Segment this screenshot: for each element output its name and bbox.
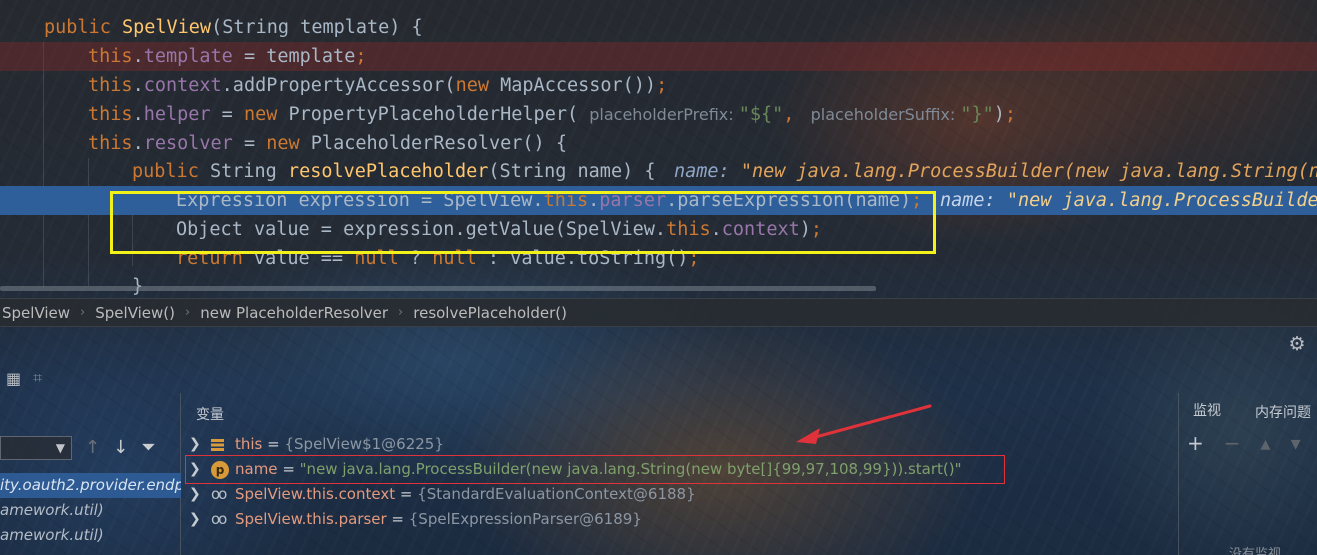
code-token: "}" [960,104,994,125]
code-token: MapAccessor()) [500,75,657,96]
code-token: context [143,75,222,96]
code-token: PlaceholderResolver() { [310,133,567,154]
variable-row[interactable]: ❯ oo SpelView.this.context = {StandardEv… [181,482,1178,507]
breadcrumb-item[interactable]: SpelView() [93,304,175,322]
add-icon[interactable]: + [1187,431,1204,455]
chevron-right-icon[interactable]: ❯ [189,507,201,532]
chevron-right-icon[interactable]: ❯ [189,432,201,457]
code-token: new [266,133,311,154]
chevron-right-icon: › [185,305,191,320]
code-line-2[interactable]: this.template = template; [0,42,1317,71]
remove-icon[interactable]: − [1224,431,1241,455]
code-token: template [143,46,233,67]
parameter-name-hint: placeholderPrefix: [589,105,739,124]
code-token: .addPropertyAccessor( [221,75,456,96]
code-token: "${" [738,104,784,125]
breadcrumb-item[interactable]: SpelView [0,304,70,322]
code-token: public [44,17,122,38]
code-token: new [243,104,289,125]
code-line-1[interactable]: public SpelView(String template) { [0,13,1317,42]
debug-panel-header: ⚙ [0,327,1317,363]
inline-debug-value: name: "new java.lang.ProcessBuilder [940,190,1317,211]
code-token: this [88,133,133,154]
code-line-3[interactable]: this.context.addPropertyAccessor(new Map… [0,71,1317,100]
code-line-6[interactable]: public String resolvePlaceholder(String … [0,157,1317,186]
code-token: = [232,133,267,154]
code-token: String [209,161,288,182]
parameter-name-hint: placeholderSuffix: [805,105,961,124]
watch-icon: oo [211,485,227,503]
debug-toolbar: ▦ ⌗ [0,363,180,393]
move-up-icon[interactable]: ▴ [1261,431,1271,455]
breadcrumb: SpelView › SpelView() › new PlaceholderR… [0,298,1317,327]
breadcrumb-item[interactable]: new PlaceholderResolver [198,304,388,322]
watches-empty-text: 没有监视 [1229,547,1282,555]
code-token: ) [993,104,1005,125]
code-token: . [132,46,144,67]
red-arrow-annotation [796,404,932,444]
code-token: = template [232,46,356,67]
code-token: (String template) { [211,17,423,38]
code-token: helper [143,104,211,125]
code-token: = [210,104,244,125]
code-token: SpelView [121,17,212,38]
horizontal-scrollbar[interactable] [0,286,876,291]
inline-debug-value: name: "new java.lang.ProcessBuilder(new … [674,161,1317,182]
stack-frame[interactable]: amework.util) [0,523,181,548]
tab-watches[interactable]: 监视 [1179,400,1221,424]
thread-dropdown[interactable]: ▼ [0,436,72,460]
code-token: . [132,133,144,154]
code-line-10[interactable]: } [0,272,1317,298]
code-token: . [132,75,144,96]
code-token: . [132,104,144,125]
breadcrumb-item[interactable]: resolvePlaceholder() [411,304,567,322]
code-editor[interactable]: public SpelView(String template) { this.… [0,0,1317,298]
code-token: new [455,75,501,96]
layout-icon[interactable]: ⌗ [33,368,42,388]
stack-frame[interactable]: amework.util) [0,498,181,523]
gear-icon[interactable]: ⚙ [1287,334,1307,354]
code-line-5[interactable]: this.resolver = new PlaceholderResolver(… [0,129,1317,158]
arrow-down-icon[interactable]: ↓ [113,437,128,458]
watch-icon: oo [211,510,227,528]
code-token: (String name) { [488,161,656,182]
variables-title: 变量 [196,407,224,423]
code-token: this [88,75,133,96]
code-token: PropertyPlaceholderHelper( [288,104,590,125]
code-line-4[interactable]: this.helper = new PropertyPlaceholderHel… [0,100,1317,129]
tab-memory[interactable]: 内存问题 [1221,402,1311,422]
chevron-right-icon: › [80,305,86,320]
frame-toolbar: ↑ ↓ ⏷ [85,437,156,458]
code-token: this [88,46,133,67]
stack-frame[interactable]: ity.oauth2.provider.endp [0,473,181,498]
code-token: ; [1004,104,1017,125]
code-token: , [783,104,806,125]
move-down-icon[interactable]: ▾ [1291,431,1301,455]
variables-panel: 变量 ❯ this = {SpelView$1@6225} ❯ p name =… [181,393,1178,555]
code-token: this [88,104,133,125]
watches-panel: 监视 内存问题 + − ▴ ▾ 没有监视 [1178,393,1317,555]
chevron-right-icon[interactable]: ❯ [189,482,201,507]
code-token: ; [355,46,367,67]
yellow-highlight-box [110,191,936,254]
code-token: public [132,161,210,182]
code-token: ; [656,75,668,96]
frames-panel: ▼ ↑ ↓ ⏷ ity.oauth2.provider.endp amework… [0,393,181,555]
code-token: resolvePlaceholder [287,161,489,182]
arrow-up-icon[interactable]: ↑ [85,437,100,458]
filter-icon[interactable]: ⏷ [141,437,155,458]
code-token: resolver [143,133,233,154]
variable-row[interactable]: ❯ oo SpelView.this.parser = {SpelExpress… [181,507,1178,532]
red-highlight-box [185,455,1005,484]
chevron-down-icon: ▼ [55,441,65,455]
chevron-right-icon: › [398,305,404,320]
table-icon[interactable]: ▦ [6,369,21,388]
variable-row[interactable]: ❯ this = {SpelView$1@6225} [181,432,1178,457]
